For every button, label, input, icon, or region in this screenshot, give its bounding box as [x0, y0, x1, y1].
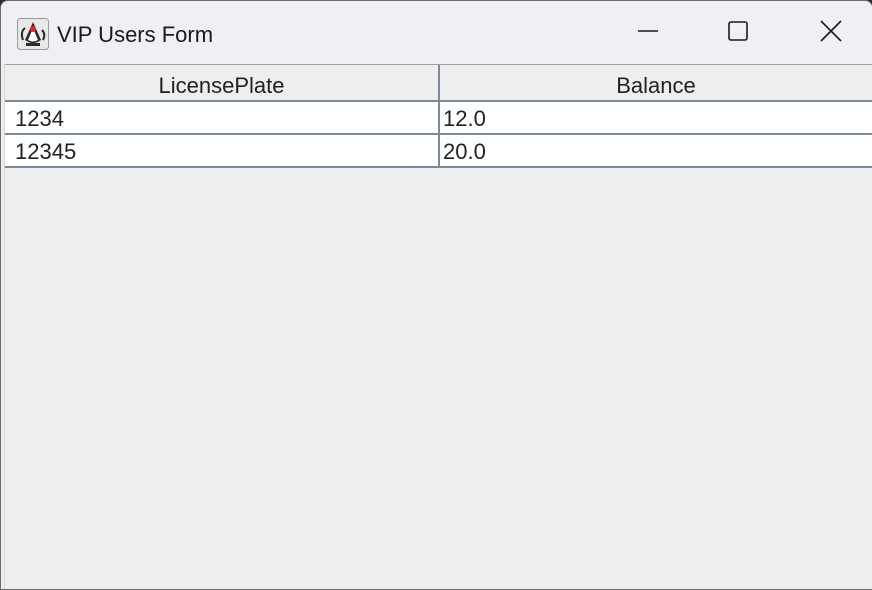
minimize-button[interactable] [603, 9, 693, 57]
close-icon [820, 19, 842, 47]
close-button[interactable] [786, 9, 872, 57]
app-window: VIP Users Form LicensePlate Balance 1234… [0, 0, 872, 590]
minimize-icon [637, 20, 659, 47]
window-title: VIP Users Form [57, 22, 214, 47]
table-header: LicensePlate Balance [5, 64, 872, 102]
maximize-icon [727, 20, 749, 47]
vip-users-table[interactable]: LicensePlate Balance 1234 12.0 12345 20.… [5, 64, 872, 589]
column-header-balance[interactable]: Balance [440, 65, 872, 101]
cell-licenseplate[interactable]: 1234 [5, 102, 440, 133]
table-row[interactable]: 12345 20.0 [5, 135, 872, 168]
maximize-button[interactable] [693, 9, 783, 57]
java-duke-icon [17, 18, 49, 50]
cell-balance[interactable]: 12.0 [440, 102, 872, 133]
cell-balance[interactable]: 20.0 [440, 135, 872, 166]
table-row[interactable]: 1234 12.0 [5, 102, 872, 135]
title-bar[interactable]: VIP Users Form [1, 1, 872, 63]
column-header-licenseplate[interactable]: LicensePlate [5, 65, 440, 101]
cell-licenseplate[interactable]: 12345 [5, 135, 440, 166]
